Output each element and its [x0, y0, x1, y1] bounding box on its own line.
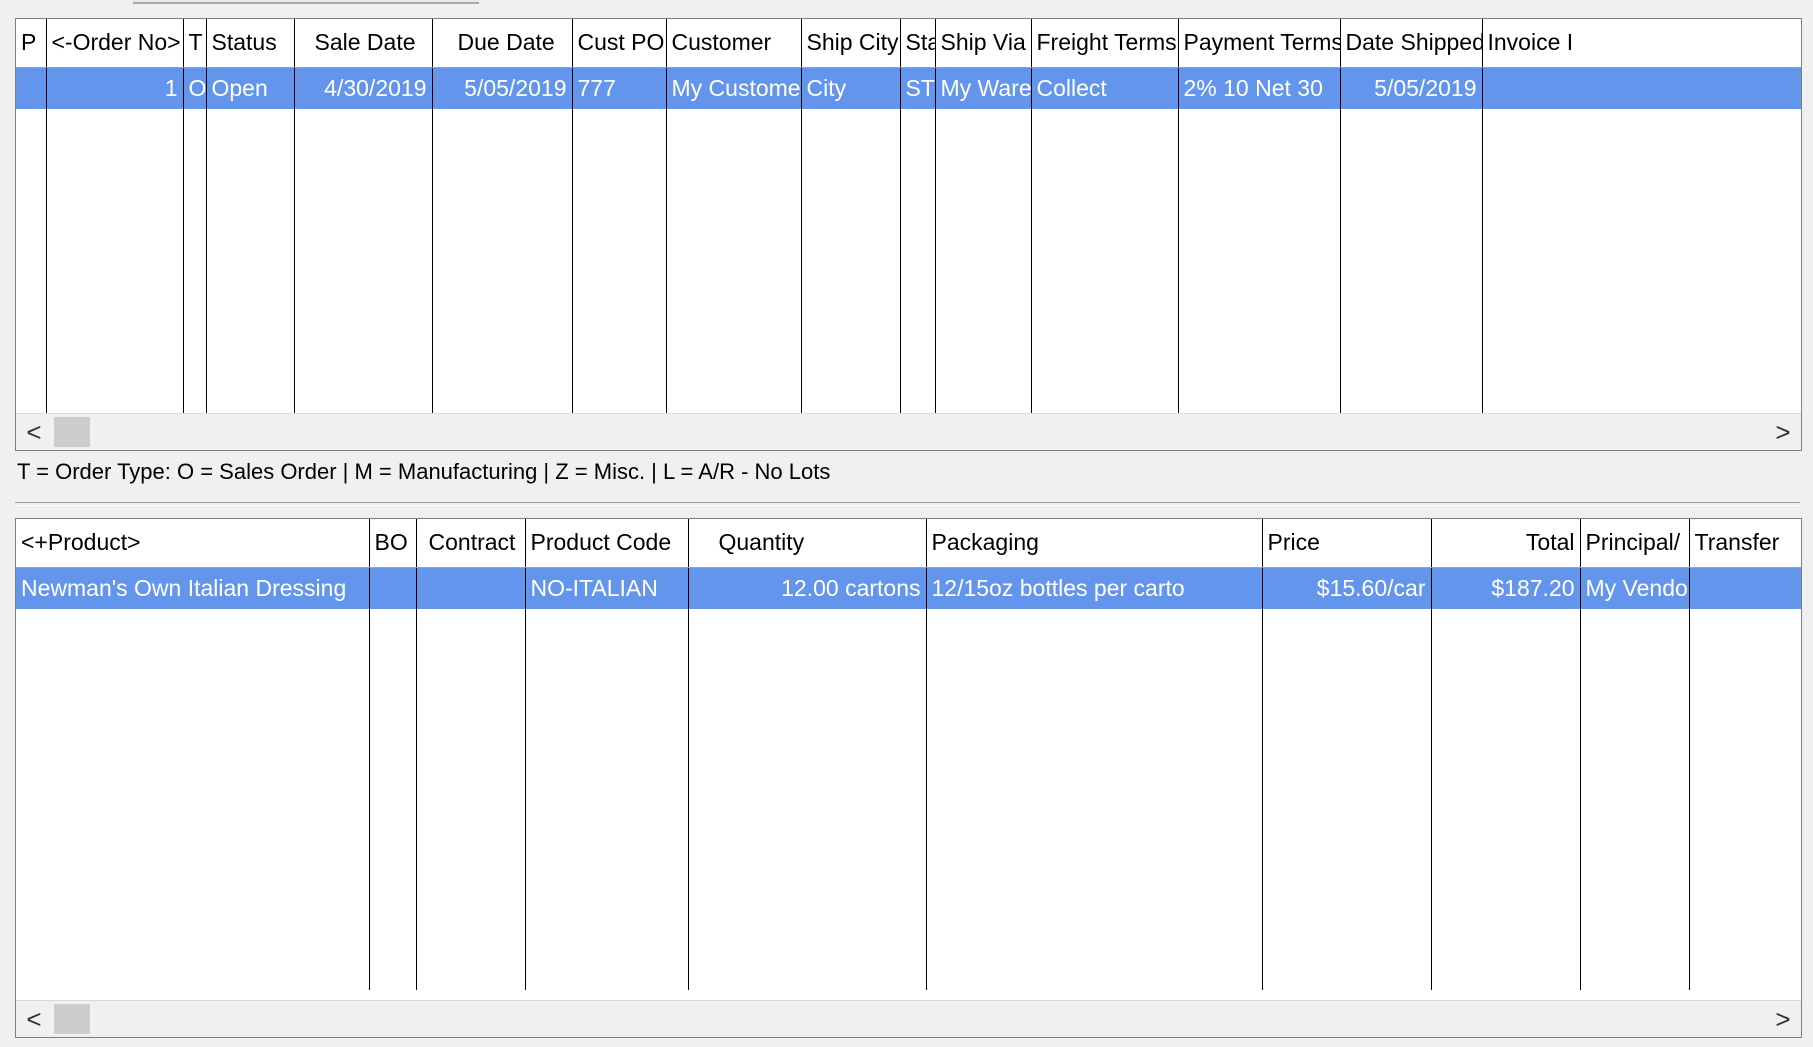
table-row[interactable]: Newman's Own Italian Dressing NO-ITALIAN… — [16, 567, 1801, 609]
column-header-payment-terms[interactable]: Payment Terms — [1178, 19, 1341, 68]
order-lines-grid[interactable]: <+Product> BO Contract Product Code Quan… — [15, 518, 1802, 1038]
cell-p[interactable] — [16, 67, 47, 109]
column-header-ship-state[interactable]: Sta — [900, 19, 936, 68]
column-header-type[interactable]: T — [183, 19, 207, 68]
column-header-price[interactable]: Price — [1262, 519, 1432, 568]
cell-freight-terms[interactable]: Collect — [1031, 67, 1179, 109]
order-type-legend: T = Order Type: O = Sales Order | M = Ma… — [17, 459, 831, 484]
order-lines-table: <+Product> BO Contract Product Code Quan… — [16, 519, 1801, 990]
column-header-date-shipped[interactable]: Date Shipped — [1340, 19, 1483, 68]
column-header-p[interactable]: P — [16, 19, 47, 68]
column-header-cust-po[interactable]: Cust PO — [572, 19, 667, 68]
cell-invoice[interactable] — [1482, 67, 1801, 109]
empty-row-area — [16, 609, 1801, 990]
cell-type[interactable]: O — [183, 67, 207, 109]
cell-contract[interactable] — [416, 567, 526, 609]
empty-row-area — [16, 109, 1801, 414]
cell-sale-date[interactable]: 4/30/2019 — [294, 67, 433, 109]
cell-payment-terms[interactable]: 2% 10 Net 30 — [1178, 67, 1341, 109]
lines-header-row: <+Product> BO Contract Product Code Quan… — [16, 519, 1801, 568]
cell-due-date[interactable]: 5/05/2019 — [432, 67, 573, 109]
column-header-due-date[interactable]: Due Date — [432, 19, 573, 68]
cell-cust-po[interactable]: 777 — [572, 67, 667, 109]
cell-total[interactable]: $187.20 — [1431, 567, 1581, 609]
lines-horizontal-scrollbar[interactable]: < > — [16, 1000, 1801, 1037]
cell-status[interactable]: Open — [206, 67, 295, 109]
column-header-principal[interactable]: Principal/ — [1580, 519, 1690, 568]
cell-customer[interactable]: My Customer — [666, 67, 802, 109]
column-header-customer[interactable]: Customer — [666, 19, 802, 68]
cell-ship-via[interactable]: My Warel — [935, 67, 1032, 109]
table-row[interactable]: 1 O Open 4/30/2019 5/05/2019 777 My Cust… — [16, 67, 1801, 109]
cell-bo[interactable] — [369, 567, 417, 609]
scrollbar-thumb[interactable] — [54, 417, 90, 447]
cell-ship-city[interactable]: City — [801, 67, 901, 109]
column-header-packaging[interactable]: Packaging — [926, 519, 1263, 568]
scroll-left-arrow-icon[interactable]: < — [16, 414, 52, 450]
cell-product[interactable]: Newman's Own Italian Dressing — [16, 567, 370, 609]
scroll-right-arrow-icon[interactable]: > — [1765, 1001, 1801, 1037]
cell-price[interactable]: $15.60/car — [1262, 567, 1432, 609]
cell-date-shipped[interactable]: 5/05/2019 — [1340, 67, 1483, 109]
orders-grid[interactable]: P <-Order No> T Status Sale Date Due Dat… — [15, 18, 1802, 451]
cell-order-no[interactable]: 1 — [46, 67, 184, 109]
scroll-right-arrow-icon[interactable]: > — [1765, 414, 1801, 450]
column-header-contract[interactable]: Contract — [416, 519, 526, 568]
cell-ship-state[interactable]: ST — [900, 67, 936, 109]
cell-product-code[interactable]: NO-ITALIAN — [525, 567, 689, 609]
orders-horizontal-scrollbar[interactable]: < > — [16, 413, 1801, 450]
column-header-product[interactable]: <+Product> — [16, 519, 370, 568]
cell-principal[interactable]: My Vendo — [1580, 567, 1690, 609]
cell-packaging[interactable]: 12/15oz bottles per carto — [926, 567, 1263, 609]
column-header-bo[interactable]: BO — [369, 519, 417, 568]
orders-header-row: P <-Order No> T Status Sale Date Due Dat… — [16, 19, 1801, 68]
column-header-product-code[interactable]: Product Code — [525, 519, 689, 568]
section-divider — [15, 502, 1800, 506]
cell-quantity[interactable]: 12.00 cartons — [688, 567, 927, 609]
column-header-total[interactable]: Total — [1431, 519, 1581, 568]
cell-transfer[interactable] — [1689, 567, 1801, 609]
column-header-status[interactable]: Status — [206, 19, 295, 68]
column-header-transfer[interactable]: Transfer — [1689, 519, 1801, 568]
column-header-quantity[interactable]: Quantity — [688, 519, 927, 568]
orders-table: P <-Order No> T Status Sale Date Due Dat… — [16, 19, 1801, 414]
top-toolbar-edge — [133, 0, 479, 4]
column-header-freight-terms[interactable]: Freight Terms — [1031, 19, 1179, 68]
column-header-invoice[interactable]: Invoice I — [1482, 19, 1801, 68]
column-header-sale-date[interactable]: Sale Date — [294, 19, 433, 68]
column-header-order-no[interactable]: <-Order No> — [46, 19, 184, 68]
column-header-ship-via[interactable]: Ship Via — [935, 19, 1032, 68]
scroll-left-arrow-icon[interactable]: < — [16, 1001, 52, 1037]
column-header-ship-city[interactable]: Ship City — [801, 19, 901, 68]
scrollbar-thumb[interactable] — [54, 1004, 90, 1034]
